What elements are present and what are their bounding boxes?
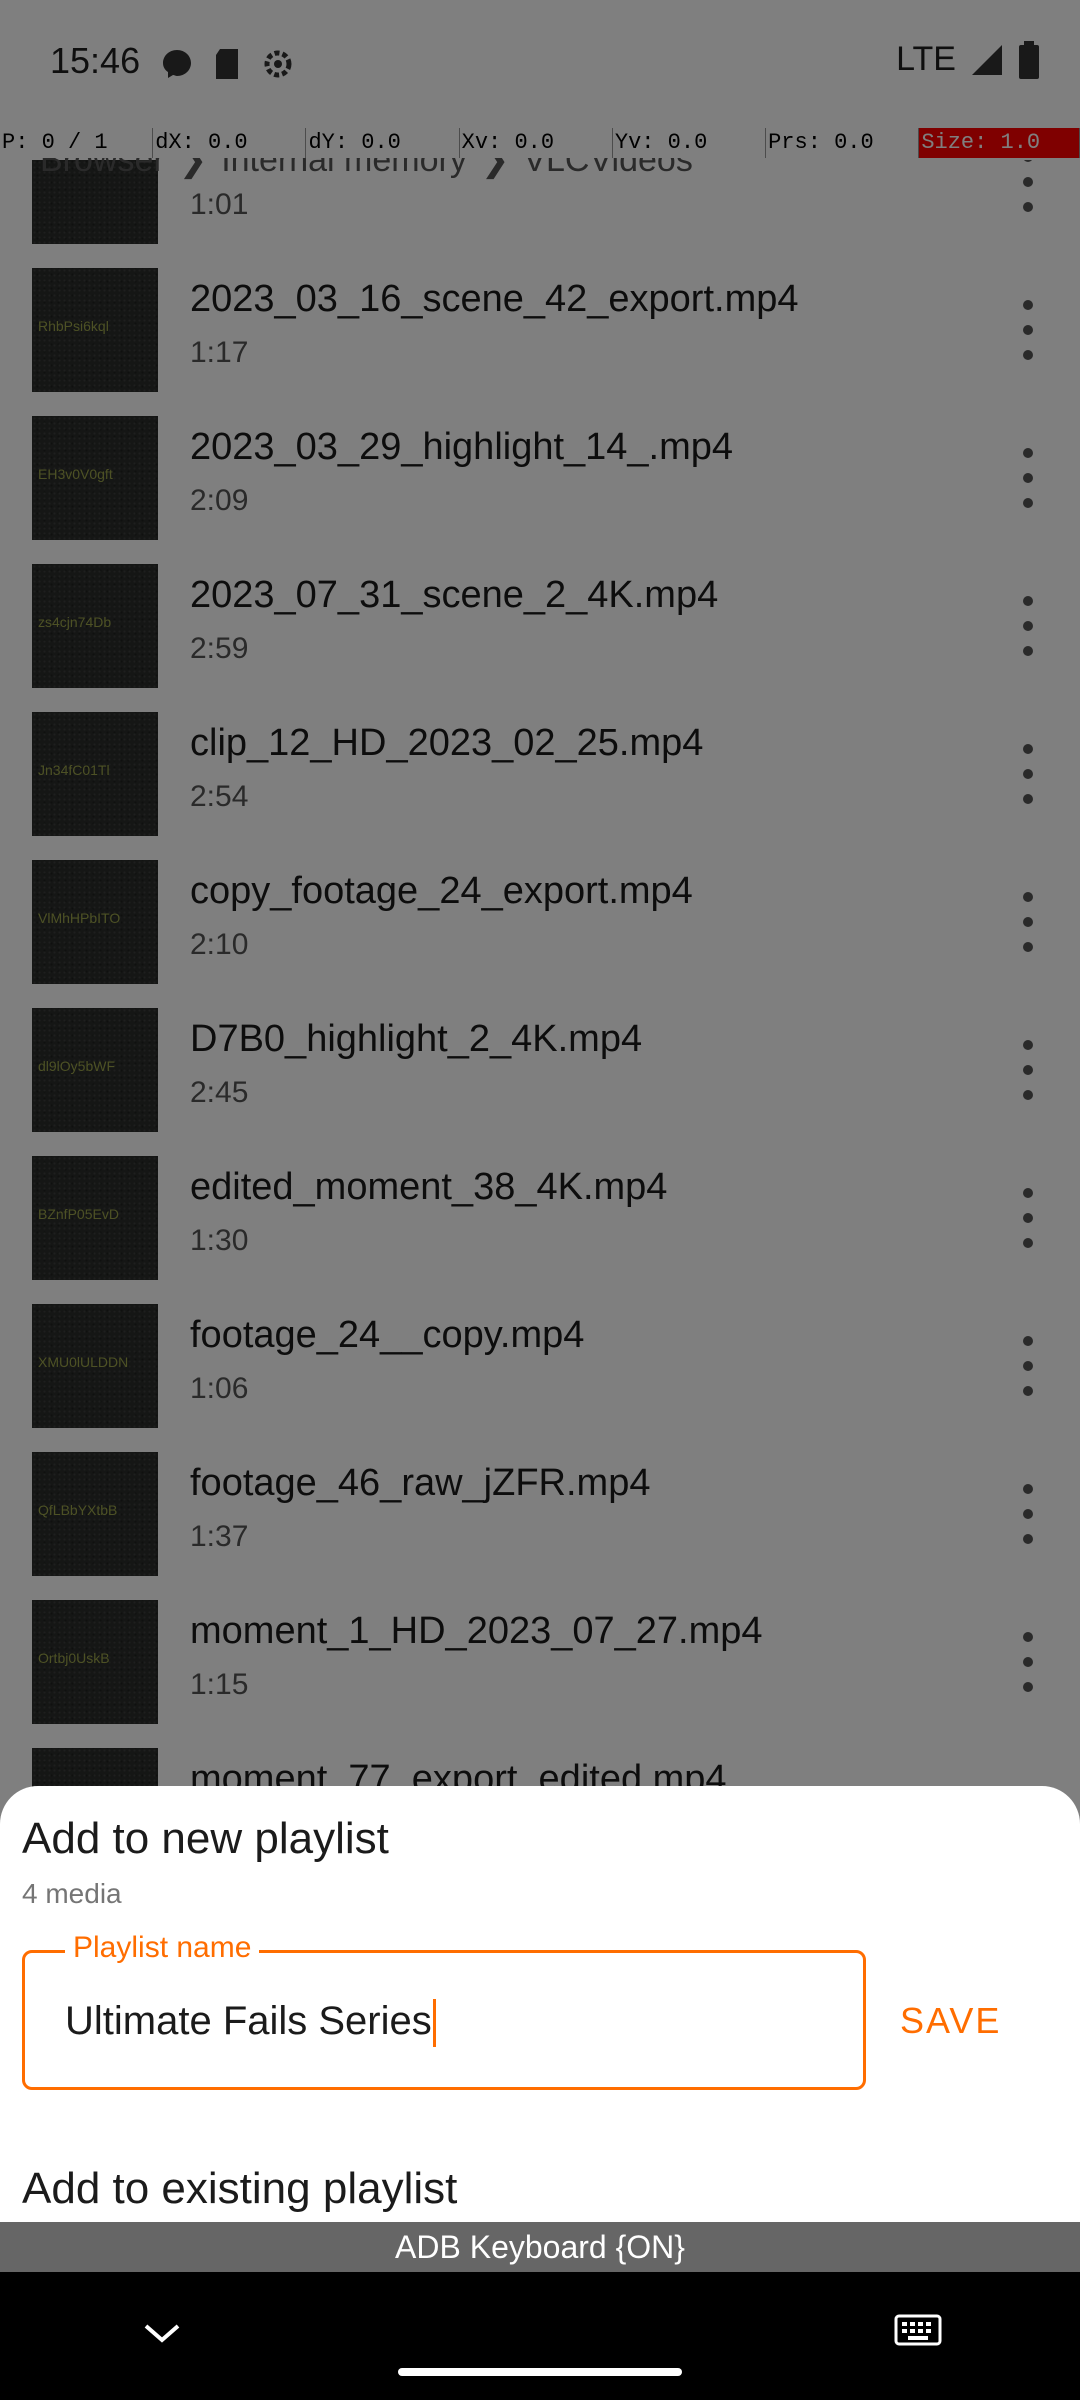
existing-playlist-heading: Add to existing playlist (22, 2164, 458, 2213)
keyboard-icon[interactable] (894, 2312, 942, 2348)
save-button[interactable]: SAVE (900, 2000, 1001, 2042)
chevron-down-icon[interactable] (140, 2318, 184, 2348)
playlist-name-label: Playlist name (65, 1931, 260, 1965)
home-gesture-pill[interactable] (398, 2368, 682, 2376)
media-count: 4 media (22, 1878, 122, 1909)
playlist-name-value: Ultimate Fails Series (65, 1999, 432, 2043)
navigation-bar (0, 2272, 1080, 2400)
text-cursor (432, 1999, 436, 2048)
app-root: 15:46 LTE P: 0 / 1 dX: 0.0 dY: 0.0 Xv: 0… (0, 0, 1080, 2400)
playlist-name-field[interactable]: Playlist name Ultimate Fails Series (22, 1931, 866, 2090)
keyboard-status-bar: ADB Keyboard {ON} (0, 2222, 1080, 2272)
playlist-name-input[interactable]: Ultimate Fails Series (65, 1999, 825, 2048)
sheet-title: Add to new playlist (22, 1814, 389, 1863)
add-to-playlist-sheet: Add to new playlist 4 media Playlist nam… (0, 1786, 1080, 2222)
